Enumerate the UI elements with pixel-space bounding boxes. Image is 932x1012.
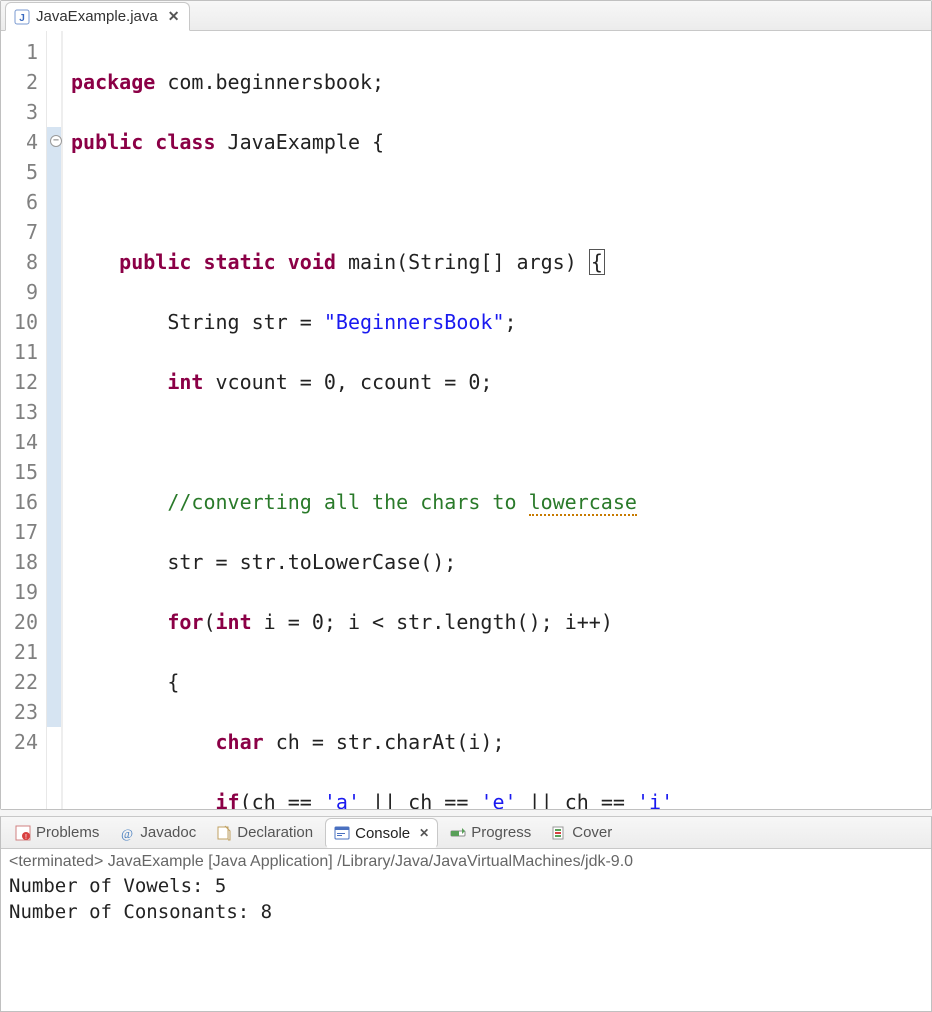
editor-tab[interactable]: J JavaExample.java ✕: [5, 2, 190, 31]
tab-label: Console: [355, 825, 410, 842]
line-number: 6: [1, 187, 46, 217]
tab-javadoc[interactable]: @ Javadoc: [111, 821, 204, 844]
line-number: 14: [1, 427, 46, 457]
line-number: 16: [1, 487, 46, 517]
line-number: 4: [1, 127, 46, 157]
annotation-ruler: −: [47, 31, 63, 809]
tab-console[interactable]: Console ✕: [325, 818, 438, 848]
line-number: 22: [1, 667, 46, 697]
line-number: 1: [1, 37, 46, 67]
declaration-icon: [216, 825, 232, 841]
tab-label: Problems: [36, 824, 99, 841]
line-number: 13: [1, 397, 46, 427]
line-number: 10: [1, 307, 46, 337]
line-number-gutter: 1 2 3 4 5 6 7 8 9 10 11 12 13 14 15 16 1…: [1, 31, 47, 809]
line-number: 24: [1, 727, 46, 757]
line-number: 2: [1, 67, 46, 97]
line-number: 18: [1, 547, 46, 577]
editor-panel: J JavaExample.java ✕ 1 2 3 4 5 6 7 8 9 1…: [0, 0, 932, 810]
tab-coverage[interactable]: Cover: [543, 821, 620, 844]
code-content[interactable]: package com.beginnersbook; public class …: [63, 31, 931, 809]
code-editor[interactable]: 1 2 3 4 5 6 7 8 9 10 11 12 13 14 15 16 1…: [1, 31, 931, 809]
tab-progress[interactable]: Progress: [442, 821, 539, 844]
line-number: 20: [1, 607, 46, 637]
bottom-panel: ! Problems @ Javadoc Declaration Console…: [0, 816, 932, 1012]
console-line: Number of Consonants: 8: [9, 899, 923, 925]
tab-label: Declaration: [237, 824, 313, 841]
editor-tab-bar: J JavaExample.java ✕: [1, 1, 931, 31]
line-number: 21: [1, 637, 46, 667]
tab-declaration[interactable]: Declaration: [208, 821, 321, 844]
console-status: <terminated> JavaExample [Java Applicati…: [9, 853, 923, 871]
line-number: 23: [1, 697, 46, 727]
svg-text:J: J: [19, 13, 25, 24]
svg-text:!: !: [25, 834, 27, 841]
line-number: 11: [1, 337, 46, 367]
line-number: 8: [1, 247, 46, 277]
javadoc-icon: @: [119, 825, 135, 841]
svg-text:@: @: [121, 826, 133, 841]
close-icon[interactable]: ✕: [168, 8, 180, 25]
line-number: 3: [1, 97, 46, 127]
views-tab-bar: ! Problems @ Javadoc Declaration Console…: [1, 817, 931, 849]
line-number: 15: [1, 457, 46, 487]
line-number: 9: [1, 277, 46, 307]
tab-problems[interactable]: ! Problems: [7, 821, 107, 844]
line-number: 5: [1, 157, 46, 187]
line-number: 7: [1, 217, 46, 247]
problems-icon: !: [15, 825, 31, 841]
line-number: 12: [1, 367, 46, 397]
console-icon: [334, 825, 350, 841]
console-output[interactable]: <terminated> JavaExample [Java Applicati…: [1, 849, 931, 929]
java-file-icon: J: [14, 9, 30, 25]
tab-label: Javadoc: [140, 824, 196, 841]
tab-label: Cover: [572, 824, 612, 841]
coverage-icon: [551, 825, 567, 841]
console-line: Number of Vowels: 5: [9, 873, 923, 899]
editor-tab-label: JavaExample.java: [36, 8, 158, 25]
line-number: 17: [1, 517, 46, 547]
close-icon[interactable]: ✕: [419, 826, 429, 840]
fold-toggle-icon[interactable]: −: [50, 135, 62, 147]
line-number: 19: [1, 577, 46, 607]
tab-label: Progress: [471, 824, 531, 841]
progress-icon: [450, 825, 466, 841]
